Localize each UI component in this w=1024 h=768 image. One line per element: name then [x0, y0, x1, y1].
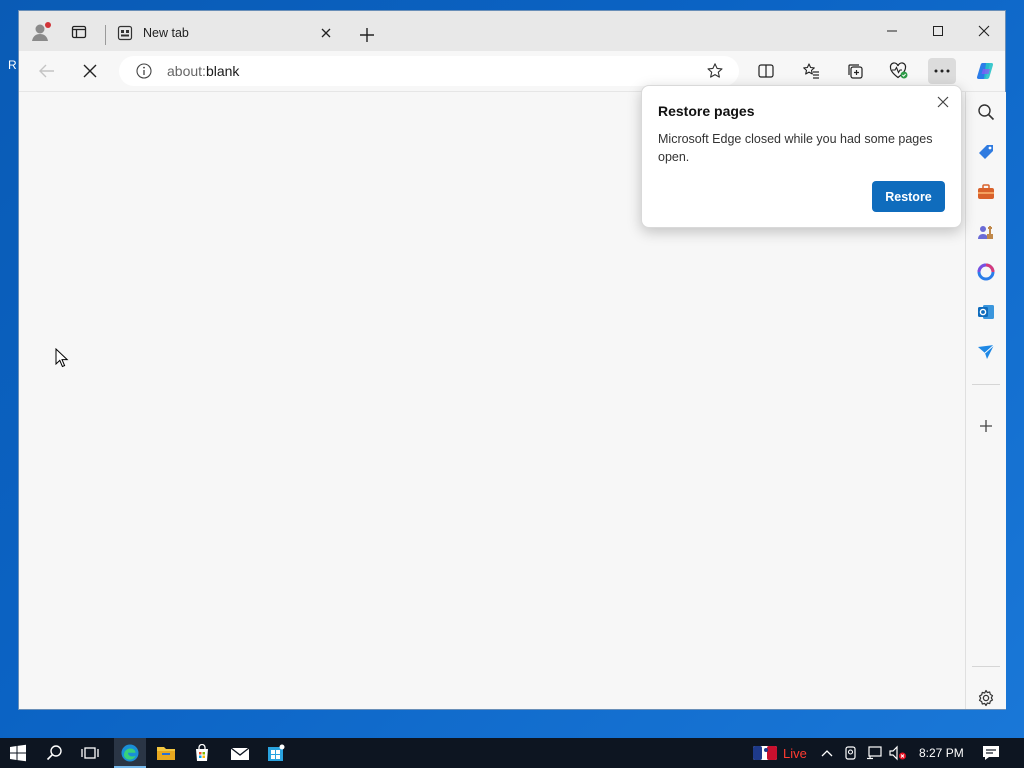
clock-time[interactable]: 8:27 PM: [919, 746, 964, 760]
notifications-icon[interactable]: [980, 742, 1002, 764]
new-tab-favicon-icon: [117, 25, 133, 41]
sidebar-microsoft-365-icon[interactable]: [974, 260, 998, 284]
minimize-button[interactable]: [877, 19, 907, 43]
popup-title: Restore pages: [658, 103, 755, 119]
close-window-button[interactable]: [969, 19, 999, 43]
sidebar-drop-icon[interactable]: [974, 340, 998, 364]
sidebar-outlook-icon[interactable]: [974, 300, 998, 324]
restore-pages-popup: Restore pages Microsoft Edge closed whil…: [641, 85, 962, 228]
back-button[interactable]: [33, 58, 61, 84]
show-hidden-icons-chevron-up-icon[interactable]: [816, 742, 838, 764]
sidebar-tools-icon[interactable]: [974, 180, 998, 204]
sidebar-separator: [972, 666, 1000, 667]
profile-icon[interactable]: [30, 21, 52, 43]
taskbar-edge-icon[interactable]: [114, 738, 146, 768]
mail-icon[interactable]: [229, 742, 251, 764]
url-text[interactable]: about:blank: [167, 63, 705, 79]
favorites-icon[interactable]: [797, 58, 825, 84]
title-bar: New tab: [19, 11, 1005, 51]
tab-new-tab[interactable]: New tab: [107, 15, 339, 51]
tab-close-icon[interactable]: [317, 24, 335, 42]
collections-icon[interactable]: [841, 58, 869, 84]
volume-muted-icon[interactable]: [887, 742, 909, 764]
restore-button[interactable]: Restore: [872, 181, 945, 212]
settings-and-more-button[interactable]: [928, 58, 956, 84]
site-info-icon[interactable]: [135, 62, 153, 80]
mlb-logo-icon[interactable]: [752, 742, 778, 764]
mouse-cursor-icon: [55, 347, 69, 371]
microsoft-store-icon[interactable]: [191, 742, 213, 764]
edge-sidebar: [965, 92, 1006, 709]
taskbar-search-icon[interactable]: [44, 742, 66, 764]
sidebar-separator: [972, 384, 1000, 385]
browser-essentials-icon[interactable]: [885, 58, 913, 84]
task-view-icon[interactable]: [79, 742, 101, 764]
sidebar-shopping-icon[interactable]: [974, 140, 998, 164]
url-path: blank: [205, 63, 240, 79]
new-tab-button[interactable]: [357, 25, 377, 45]
tab-title: New tab: [143, 26, 189, 40]
favorite-star-icon[interactable]: [705, 61, 725, 81]
tab-actions-icon[interactable]: [68, 21, 90, 43]
tab-separator: [105, 25, 106, 45]
copilot-icon[interactable]: [972, 58, 1000, 84]
popup-close-icon[interactable]: [933, 92, 953, 112]
sidebar-search-icon[interactable]: [974, 100, 998, 124]
maximize-button[interactable]: [923, 19, 953, 43]
split-screen-icon[interactable]: [752, 58, 780, 84]
taskbar: Live 8:27 PM: [0, 738, 1024, 768]
sidebar-games-icon[interactable]: [974, 220, 998, 244]
file-explorer-icon[interactable]: [155, 742, 177, 764]
installer-app-icon[interactable]: [265, 742, 287, 764]
desktop-text-fragment: R: [8, 58, 17, 72]
popup-message: Microsoft Edge closed while you had some…: [658, 132, 933, 164]
sidebar-settings-gear-icon[interactable]: [974, 686, 998, 710]
meet-now-camera-icon[interactable]: [840, 742, 862, 764]
url-scheme: about:: [167, 63, 206, 79]
address-bar[interactable]: about:blank: [119, 56, 739, 86]
stop-loading-button[interactable]: [76, 58, 104, 84]
live-indicator[interactable]: Live: [783, 746, 807, 761]
network-icon[interactable]: [864, 742, 886, 764]
start-button-windows-icon[interactable]: [7, 742, 29, 764]
sidebar-add-icon[interactable]: [974, 414, 998, 438]
